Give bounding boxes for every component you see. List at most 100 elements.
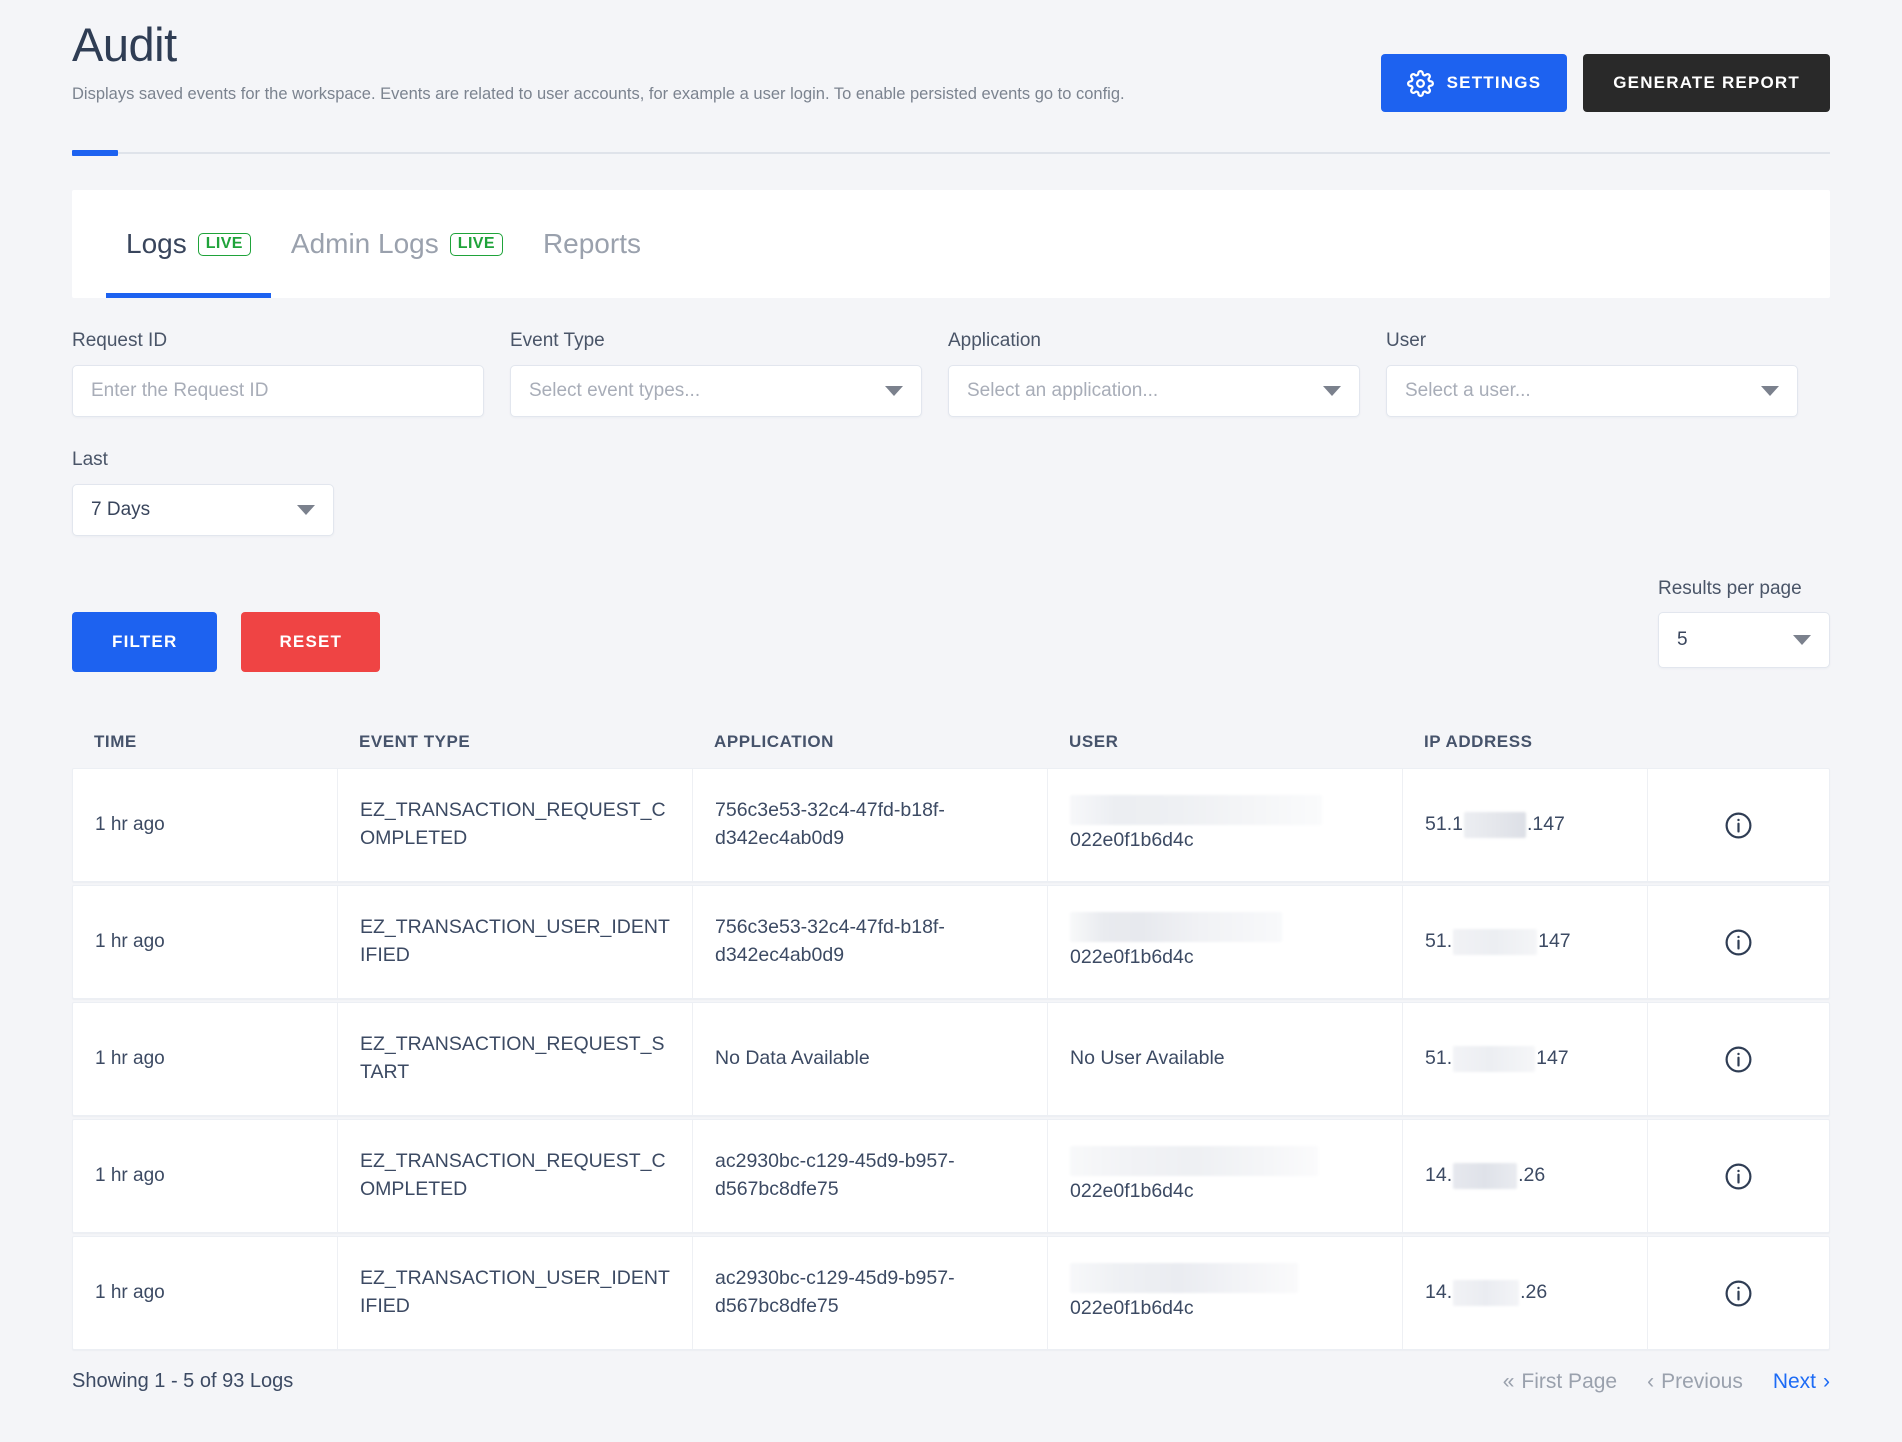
cell-application: ac2930bc-c129-45d9-b957-d567bc8dfe75 bbox=[693, 1120, 1048, 1232]
filter-actions: FILTER RESET bbox=[72, 612, 381, 672]
field-last: Last 7 Days bbox=[72, 449, 334, 536]
ip-prefix: 51. bbox=[1425, 1047, 1453, 1070]
double-chevron-left-icon: « bbox=[1502, 1370, 1515, 1393]
tab-reports[interactable]: Reports bbox=[523, 190, 661, 298]
last-select[interactable]: 7 Days bbox=[72, 484, 334, 536]
last-label: Last bbox=[72, 449, 108, 470]
results-per-page-value: 5 bbox=[1677, 629, 1688, 650]
generate-report-button[interactable]: GENERATE REPORT bbox=[1583, 54, 1830, 112]
cell-details[interactable] bbox=[1648, 1237, 1829, 1349]
header-actions: SETTINGS GENERATE REPORT bbox=[1380, 54, 1830, 112]
tab-logs[interactable]: Logs LIVE bbox=[106, 190, 271, 298]
column-header-event-type: EVENT TYPE bbox=[359, 732, 471, 751]
tab-admin-logs-label: Admin Logs bbox=[290, 228, 439, 259]
cell-application: No Data Available bbox=[693, 1003, 1048, 1115]
cell-details[interactable] bbox=[1648, 1120, 1829, 1232]
user-select[interactable]: Select a user... bbox=[1386, 365, 1798, 417]
gear-icon bbox=[1406, 69, 1434, 97]
results-per-page: Results per page 5 bbox=[1658, 578, 1830, 668]
previous-page-button[interactable]: ‹ Previous bbox=[1647, 1370, 1743, 1394]
application-value: 756c3e53-32c4-47fd-b18f-d342ec4ab0d9 bbox=[715, 916, 945, 966]
header-divider bbox=[72, 150, 1830, 156]
user-id-value: 022e0f1b6d4c bbox=[1070, 829, 1194, 852]
previous-page-label: Previous bbox=[1661, 1370, 1743, 1393]
redacted-user-name bbox=[1070, 795, 1322, 826]
info-icon[interactable] bbox=[1723, 1044, 1754, 1075]
reset-button[interactable]: RESET bbox=[241, 612, 381, 672]
ip-suffix: .147 bbox=[1526, 813, 1565, 836]
request-id-label: Request ID bbox=[72, 330, 168, 351]
tab-admin-logs-live-badge: LIVE bbox=[449, 232, 503, 256]
application-value: ac2930bc-c129-45d9-b957-d567bc8dfe75 bbox=[715, 1267, 955, 1317]
cell-user: 022e0f1b6d4c bbox=[1048, 1237, 1403, 1349]
cell-ip-address: 14. .26 bbox=[1403, 1237, 1648, 1349]
column-header-time: TIME bbox=[94, 732, 137, 751]
field-application: Application Select an application... bbox=[948, 330, 1360, 417]
audit-page: Audit Displays saved events for the work… bbox=[0, 0, 1902, 1442]
event-type-value: EZ_TRANSACTION_REQUEST_START bbox=[360, 1033, 665, 1083]
chevron-down-icon bbox=[1793, 635, 1811, 645]
last-select-value: 7 Days bbox=[91, 499, 151, 520]
redacted-ip-octets bbox=[1453, 1280, 1520, 1306]
user-id-value: 022e0f1b6d4c bbox=[1070, 1297, 1194, 1320]
chevron-down-icon bbox=[1323, 386, 1341, 396]
first-page-button[interactable]: « First Page bbox=[1503, 1370, 1617, 1394]
chevron-down-icon bbox=[1761, 386, 1779, 396]
ip-prefix: 14. bbox=[1425, 1281, 1453, 1304]
generate-report-button-label: GENERATE REPORT bbox=[1613, 73, 1800, 92]
cell-details[interactable] bbox=[1648, 1003, 1829, 1115]
application-select[interactable]: Select an application... bbox=[948, 365, 1360, 417]
table-row[interactable]: 1 hr ago EZ_TRANSACTION_USER_IDENTIFIED … bbox=[72, 1236, 1830, 1350]
column-header-ip-address: IP ADDRESS bbox=[1424, 732, 1533, 751]
tab-admin-logs[interactable]: Admin Logs LIVE bbox=[271, 190, 523, 298]
cell-time: 1 hr ago bbox=[73, 886, 338, 998]
pagination: « First Page ‹ Previous Next › bbox=[1503, 1370, 1830, 1394]
filter-button-label: FILTER bbox=[112, 632, 178, 651]
tab-list: Logs LIVE Admin Logs LIVE Reports bbox=[106, 190, 661, 298]
chevron-down-icon bbox=[297, 505, 315, 515]
first-page-label: First Page bbox=[1521, 1370, 1618, 1393]
ip-prefix: 51. bbox=[1425, 930, 1453, 953]
info-icon[interactable] bbox=[1723, 810, 1754, 841]
event-type-value: EZ_TRANSACTION_USER_IDENTIFIED bbox=[360, 916, 670, 966]
event-type-select[interactable]: Select event types... bbox=[510, 365, 922, 417]
application-select-value: Select an application... bbox=[967, 380, 1159, 401]
table-row[interactable]: 1 hr ago EZ_TRANSACTION_REQUEST_COMPLETE… bbox=[72, 768, 1830, 882]
cell-application: ac2930bc-c129-45d9-b957-d567bc8dfe75 bbox=[693, 1237, 1048, 1349]
event-type-value: EZ_TRANSACTION_USER_IDENTIFIED bbox=[360, 1267, 670, 1317]
page-header: Audit Displays saved events for the work… bbox=[72, 18, 1830, 128]
event-type-label: Event Type bbox=[510, 330, 605, 351]
request-id-input[interactable] bbox=[91, 380, 465, 402]
redacted-ip-octets bbox=[1453, 1046, 1536, 1072]
next-page-label: Next bbox=[1772, 1370, 1816, 1393]
filter-row-primary: Request ID Event Type Select event types… bbox=[72, 330, 1830, 417]
cell-ip-address: 51. 147 bbox=[1403, 1003, 1648, 1115]
table-row[interactable]: 1 hr ago EZ_TRANSACTION_REQUEST_START No… bbox=[72, 1002, 1830, 1116]
cell-ip-address: 51.1 .147 bbox=[1403, 769, 1648, 881]
filter-panel: Request ID Event Type Select event types… bbox=[72, 330, 1830, 536]
info-icon[interactable] bbox=[1723, 1161, 1754, 1192]
settings-button[interactable]: SETTINGS bbox=[1380, 54, 1568, 112]
cell-ip-address: 51. 147 bbox=[1403, 886, 1648, 998]
field-request-id: Request ID bbox=[72, 330, 484, 417]
cell-time: 1 hr ago bbox=[73, 1120, 338, 1232]
info-icon[interactable] bbox=[1723, 927, 1754, 958]
ip-prefix: 14. bbox=[1425, 1164, 1453, 1187]
tabs-card: Logs LIVE Admin Logs LIVE Reports bbox=[72, 190, 1830, 298]
filter-button[interactable]: FILTER bbox=[72, 612, 218, 672]
cell-details[interactable] bbox=[1648, 769, 1829, 881]
ip-prefix: 51.1 bbox=[1425, 813, 1463, 836]
cell-details[interactable] bbox=[1648, 886, 1829, 998]
table-row[interactable]: 1 hr ago EZ_TRANSACTION_USER_IDENTIFIED … bbox=[72, 885, 1830, 999]
application-label: Application bbox=[948, 330, 1041, 351]
user-id-value: 022e0f1b6d4c bbox=[1070, 946, 1194, 969]
next-page-button[interactable]: Next › bbox=[1773, 1370, 1830, 1394]
application-value: 756c3e53-32c4-47fd-b18f-d342ec4ab0d9 bbox=[715, 799, 945, 849]
table-row[interactable]: 1 hr ago EZ_TRANSACTION_REQUEST_COMPLETE… bbox=[72, 1119, 1830, 1233]
redacted-user-name bbox=[1070, 1263, 1298, 1294]
event-type-value: EZ_TRANSACTION_REQUEST_COMPLETED bbox=[360, 799, 666, 849]
info-icon[interactable] bbox=[1723, 1278, 1754, 1309]
results-per-page-select[interactable]: 5 bbox=[1658, 612, 1830, 668]
user-select-value: Select a user... bbox=[1405, 380, 1531, 401]
request-id-input-wrap[interactable] bbox=[72, 365, 484, 417]
